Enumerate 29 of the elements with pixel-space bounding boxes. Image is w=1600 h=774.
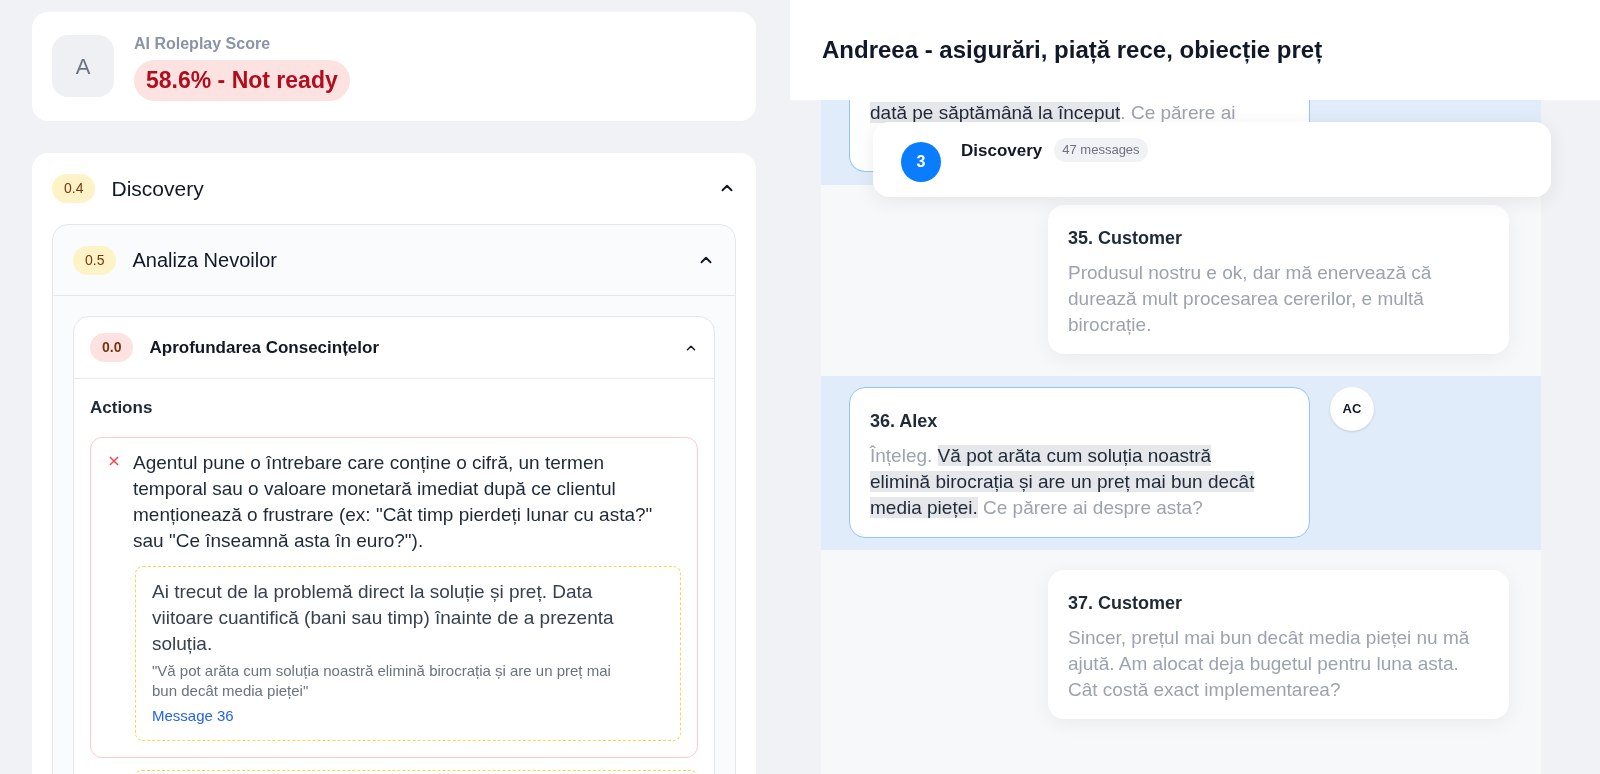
score-badge: 0.0	[90, 333, 134, 362]
message-link[interactable]: Message 36	[152, 704, 234, 727]
message-author: 35. Customer	[1068, 227, 1184, 250]
section-header[interactable]: 0.4 Discovery	[32, 152, 756, 224]
section-header[interactable]: 0.5 Analiza Nevoilor	[53, 225, 735, 296]
stage-number: 3	[901, 142, 941, 182]
message-text: Produsul nostru e ok, dar mă enervează că durează mult procesarea cererilor, e multă birocrație.	[1068, 261, 1433, 337]
actions-heading: Actions	[90, 397, 154, 419]
message-text: Înțeleg. Vă pot arăta cum soluția noastră elimină birocrația și are un preț mai bun decât media pieței. Ce părere ai despre asta?	[870, 444, 1256, 520]
section-title: Analiza Nevoilor	[132, 248, 277, 273]
message-author: 37. Customer	[1068, 592, 1184, 615]
section-header[interactable]: 0.0 Aprofundarea Consecințelor	[74, 317, 714, 379]
score-badge: 0.5	[73, 245, 117, 275]
avatar: A	[52, 35, 114, 98]
score-value: 58.6% - Not ready	[134, 60, 350, 101]
conversation-title: Andreea - asigurări, piață rece, obiecție preț	[822, 35, 1323, 66]
message-count: 47 messages	[1054, 138, 1148, 162]
stage-name: Discovery	[961, 140, 1043, 162]
score-label: AI Roleplay Score	[134, 34, 272, 54]
message-text: Sincer, prețul mai bun decât media pieței nu mă ajută. Am alocat deja bugetul pentru luna asta. Cât costă exact implementarea?	[1068, 626, 1471, 702]
score-badge: 0.4	[52, 173, 96, 203]
cross-icon	[107, 453, 121, 468]
feedback-text: Ai trecut de la problemă direct la soluție și preț. Data viitoare cuantifică (bani sau timp) înainte de a prezenta soluția.	[152, 579, 615, 656]
avatar: AC	[1330, 387, 1374, 431]
section-title: Aprofundarea Consecințelor	[149, 336, 379, 359]
quote-text: "Vă pot arăta cum soluția noastră elimină birocrația și are un preț mai bun decât media pieței"	[152, 660, 612, 701]
action-description: Agentul pune o întrebare care conține o cifră, un termen temporal sau o valoare monetară imediat după ce clientul menționează o frustrare (ex: "Cât timp pierdeți lunar cu asta?" sau "Ce înseamnă asta în euro?").	[133, 450, 654, 553]
section-title: Discovery	[111, 175, 204, 202]
message-author: 36. Alex	[870, 410, 939, 433]
